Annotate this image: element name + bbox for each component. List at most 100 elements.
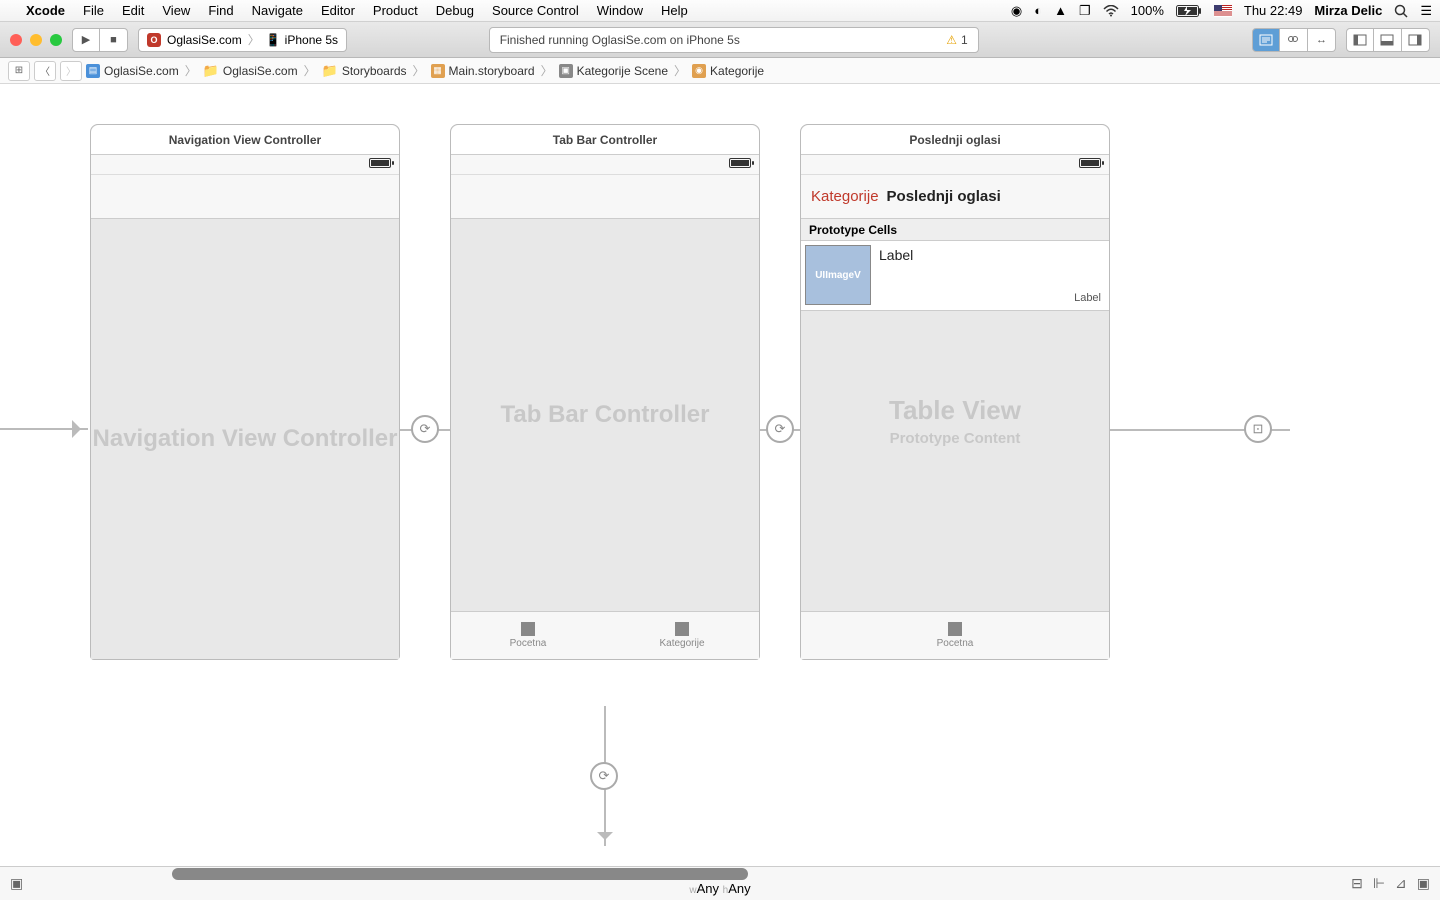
user-menu[interactable]: Mirza Delic — [1314, 3, 1382, 18]
menu-editor[interactable]: Editor — [321, 3, 355, 18]
activity-text: Finished running OglasiSe.com on iPhone … — [500, 33, 740, 47]
breadcrumb-folder[interactable]: 📁Storyboards — [322, 63, 407, 79]
breadcrumb-scene[interactable]: ▣Kategorije Scene — [559, 64, 668, 78]
close-button[interactable] — [10, 34, 22, 46]
pin-button[interactable]: ⊩ — [1373, 875, 1385, 892]
battery-icon[interactable] — [1176, 5, 1202, 17]
menubar-right: ◉ ◐ ▲ ❐ 100% Thu 22:49 Mirza Delic ☰ — [1011, 3, 1432, 19]
menu-debug[interactable]: Debug — [436, 3, 474, 18]
tab-label: Pocetna — [937, 638, 974, 649]
app-menu[interactable]: Xcode — [26, 3, 65, 18]
ghost-label: Navigation View Controller — [93, 425, 398, 454]
run-stop-group: ▶ ■ — [72, 28, 128, 52]
prototype-cell[interactable]: UIImageV Label Label — [801, 241, 1109, 311]
menu-navigate[interactable]: Navigate — [252, 3, 303, 18]
device-name: iPhone 5s — [285, 33, 338, 47]
nav-back-label[interactable]: Kategorije — [811, 188, 879, 205]
tab-item-kategorije[interactable]: Kategorije — [605, 612, 759, 659]
related-items-button[interactable]: ⊞ — [8, 61, 30, 81]
activity-viewer[interactable]: Finished running OglasiSe.com on iPhone … — [489, 27, 979, 53]
scene-title[interactable]: Navigation View Controller — [91, 125, 399, 155]
gdrive-icon[interactable]: ▲ — [1054, 3, 1067, 18]
scheme-selector[interactable]: O OglasiSe.com 〉 📱 iPhone 5s — [138, 28, 347, 52]
input-source-flag-icon[interactable] — [1214, 5, 1232, 17]
minimize-button[interactable] — [30, 34, 42, 46]
nav-forward-button[interactable]: 〉 — [60, 61, 82, 81]
battery-percent[interactable]: 100% — [1131, 3, 1164, 18]
segue-nav-to-tab[interactable]: ⟳ — [400, 429, 450, 431]
status-icon[interactable]: ◐ — [1034, 3, 1042, 18]
cell-title-label[interactable]: Label — [879, 247, 913, 263]
menu-edit[interactable]: Edit — [122, 3, 144, 18]
scene-title[interactable]: Poslednji oglasi — [801, 125, 1109, 155]
battery-icon — [729, 158, 751, 168]
cell-imageview[interactable]: UIImageV — [805, 245, 871, 305]
tabbar-controller-scene[interactable]: Tab Bar Controller Tab Bar Controller Po… — [450, 124, 760, 660]
segue-table-out[interactable]: ⊡ — [1110, 429, 1290, 431]
breadcrumb-object[interactable]: ◉Kategorije — [692, 64, 764, 78]
menu-help[interactable]: Help — [661, 3, 688, 18]
menu-file[interactable]: File — [83, 3, 104, 18]
scheme-app-icon: O — [147, 33, 161, 47]
warnings-indicator[interactable]: ⚠ 1 — [946, 33, 967, 47]
cell-labels: Label Label — [879, 245, 1105, 306]
tab-item-pocetna[interactable]: Pocetna — [801, 612, 1109, 659]
constraint-controls: ⊟ ⊩ ⊿ ▣ — [1351, 875, 1430, 892]
tableview-scene[interactable]: Poslednji oglasi Kategorije Poslednji og… — [800, 124, 1110, 660]
xcode-toolbar: ▶ ■ O OglasiSe.com 〉 📱 iPhone 5s Finishe… — [0, 22, 1440, 58]
nav-back-button[interactable]: 〈 — [34, 61, 56, 81]
chevron-right-icon: 〉 — [248, 31, 260, 48]
editor-mode-group: ↔ — [1252, 28, 1336, 52]
tab-item-pocetna[interactable]: Pocetna — [451, 612, 605, 659]
cell-detail-label[interactable]: Label — [1074, 292, 1101, 304]
chevron-icon: 〉 — [541, 62, 553, 79]
breadcrumb-group[interactable]: 📁OglasiSe.com — [203, 63, 298, 79]
tableview-body[interactable]: Prototype Cells UIImageV Label Label Tab… — [801, 219, 1109, 611]
scheme-device: 📱 iPhone 5s — [266, 33, 338, 47]
assistant-editor-button[interactable] — [1280, 28, 1308, 52]
standard-editor-button[interactable] — [1252, 28, 1280, 52]
initial-vc-arrow[interactable] — [0, 428, 88, 430]
toggle-utilities-button[interactable] — [1402, 28, 1430, 52]
scene-statusbar — [91, 155, 399, 175]
segue-tab-down[interactable]: ⟳ — [604, 706, 606, 846]
resizing-button[interactable]: ▣ — [1417, 875, 1430, 892]
zoom-button[interactable] — [50, 34, 62, 46]
displays-icon[interactable]: ❐ — [1079, 3, 1091, 19]
wifi-icon[interactable] — [1103, 5, 1119, 17]
clock[interactable]: Thu 22:49 — [1244, 3, 1303, 18]
scene-title[interactable]: Tab Bar Controller — [451, 125, 759, 155]
macos-menubar: Xcode File Edit View Find Navigate Edito… — [0, 0, 1440, 22]
menu-window[interactable]: Window — [597, 3, 643, 18]
chevron-icon: 〉 — [674, 62, 686, 79]
chevron-icon: 〉 — [304, 62, 316, 79]
horizontal-scrollbar[interactable] — [172, 868, 748, 880]
tableview-ghost: Table View Prototype Content — [801, 395, 1109, 447]
scene-navbar — [91, 175, 399, 219]
notification-center-icon[interactable]: ☰ — [1420, 3, 1432, 19]
menu-source-control[interactable]: Source Control — [492, 3, 579, 18]
size-class-control[interactable]: wAny hAny — [689, 881, 750, 896]
spotlight-icon[interactable] — [1394, 4, 1408, 18]
align-button[interactable]: ⊟ — [1351, 875, 1363, 892]
tab-label: Kategorije — [659, 638, 704, 649]
jump-bar: ⊞ 〈 〉 ▤OglasiSe.com 〉 📁OglasiSe.com 〉 📁S… — [0, 58, 1440, 84]
version-editor-button[interactable]: ↔ — [1308, 28, 1336, 52]
viber-icon[interactable]: ◉ — [1011, 3, 1022, 19]
toggle-debug-button[interactable] — [1374, 28, 1402, 52]
breadcrumb-storyboard[interactable]: ▦Main.storyboard — [431, 64, 535, 78]
toggle-navigator-button[interactable] — [1346, 28, 1374, 52]
breadcrumb-project[interactable]: ▤OglasiSe.com — [86, 64, 179, 78]
menu-find[interactable]: Find — [208, 3, 233, 18]
document-outline-toggle[interactable]: ▣ — [10, 875, 23, 892]
menu-product[interactable]: Product — [373, 3, 418, 18]
menu-view[interactable]: View — [162, 3, 190, 18]
storyboard-canvas[interactable]: Navigation View Controller Navigation Vi… — [0, 84, 1440, 866]
segue-tab-to-table[interactable]: ⟳ — [760, 429, 800, 431]
resolve-issues-button[interactable]: ⊿ — [1395, 875, 1407, 892]
nav-controller-scene[interactable]: Navigation View Controller Navigation Vi… — [90, 124, 400, 660]
scene-body: Navigation View Controller — [91, 219, 399, 659]
stop-button[interactable]: ■ — [100, 28, 128, 52]
object-icon: ◉ — [692, 64, 706, 78]
run-button[interactable]: ▶ — [72, 28, 100, 52]
